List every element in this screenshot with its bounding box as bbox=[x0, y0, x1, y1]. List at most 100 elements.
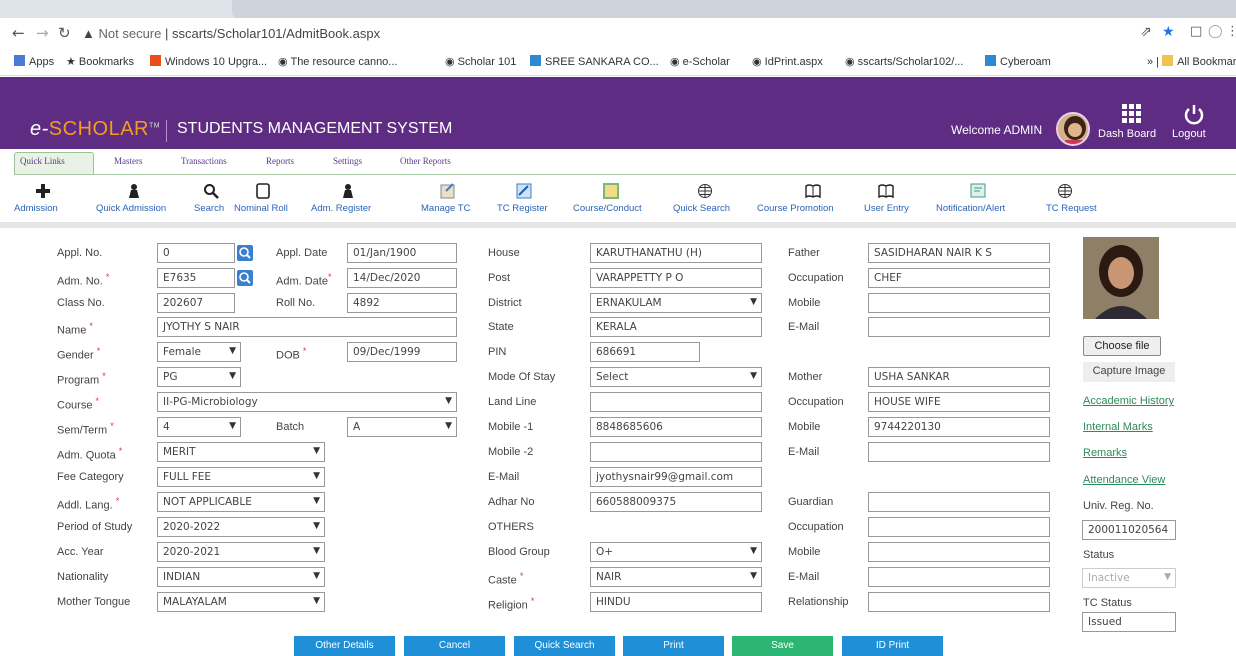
bookmark-apps[interactable]: Apps bbox=[14, 55, 54, 68]
toolbar-nominal-roll[interactable]: Nominal Roll bbox=[234, 203, 288, 214]
blood-group-select[interactable]: O+ ▼ bbox=[590, 542, 762, 562]
mother-mobile-input[interactable]: 9744220130 bbox=[868, 417, 1050, 437]
tab-other-reports[interactable]: Other Reports bbox=[400, 156, 451, 166]
toolbar-quick-admission[interactable]: Quick Admission bbox=[96, 203, 166, 214]
program-select[interactable]: PG ▼ bbox=[157, 367, 241, 387]
mother-input[interactable]: USHA SANKAR bbox=[868, 367, 1050, 387]
save-button[interactable]: Save bbox=[732, 636, 833, 656]
share-icon[interactable]: ⇗ bbox=[1140, 24, 1152, 40]
status-select[interactable]: Inactive ▼ bbox=[1082, 568, 1176, 588]
toolbar-notification[interactable]: Notification/Alert bbox=[936, 203, 1005, 214]
nationality-select[interactable]: INDIAN ▼ bbox=[157, 567, 325, 587]
period-of-study-select[interactable]: 2020-2022 ▼ bbox=[157, 517, 325, 537]
tab-transactions[interactable]: Transactions bbox=[181, 156, 227, 166]
other-details-button[interactable]: Other Details bbox=[294, 636, 395, 656]
internal-marks-link[interactable]: Internal Marks bbox=[1083, 421, 1153, 433]
bookmark-idprint[interactable]: ◉ IdPrint.aspx bbox=[752, 55, 823, 68]
class-no-input[interactable]: 202607 bbox=[157, 293, 235, 313]
adm-date-input[interactable]: 14/Dec/2020 bbox=[347, 268, 457, 288]
adm-no-input[interactable]: E7635 bbox=[157, 268, 235, 288]
mode-of-stay-select[interactable]: Select ▼ bbox=[590, 367, 762, 387]
bookmark-windows[interactable]: Windows 10 Upgra... bbox=[150, 55, 267, 68]
bookmark-resource[interactable]: ◉ The resource canno... bbox=[278, 55, 397, 68]
cancel-button[interactable]: Cancel bbox=[404, 636, 505, 656]
mobile1-input[interactable]: 8848685606 bbox=[590, 417, 762, 437]
guardian-input[interactable] bbox=[868, 492, 1050, 512]
appl-date-input[interactable]: 01/Jan/1900 bbox=[347, 243, 457, 263]
adhar-no-input[interactable]: 660588009375 bbox=[590, 492, 762, 512]
father-mobile-input[interactable] bbox=[868, 293, 1050, 313]
father-input[interactable]: SASIDHARAN NAIR K S bbox=[868, 243, 1050, 263]
toolbar-manage-tc[interactable]: Manage TC bbox=[421, 203, 470, 214]
state-input[interactable]: KERALA bbox=[590, 317, 762, 337]
relationship-input[interactable] bbox=[868, 592, 1050, 612]
capture-image-button[interactable]: Capture Image bbox=[1083, 362, 1175, 382]
tc-status-input[interactable]: Issued bbox=[1082, 612, 1176, 632]
toolbar-course-conduct[interactable]: Course/Conduct bbox=[573, 203, 642, 214]
star-icon[interactable]: ★ bbox=[1162, 24, 1175, 40]
attendance-view-link[interactable]: Attendance View bbox=[1083, 474, 1165, 486]
print-button[interactable]: Print bbox=[623, 636, 724, 656]
toolbar-user-entry[interactable]: User Entry bbox=[864, 203, 909, 214]
choose-file-button[interactable]: Choose file bbox=[1083, 336, 1161, 356]
id-print-button[interactable]: ID Print bbox=[842, 636, 943, 656]
tab-reports[interactable]: Reports bbox=[266, 156, 294, 166]
profile-icon[interactable]: ◯ bbox=[1208, 24, 1223, 39]
fee-category-select[interactable]: FULL FEE ▼ bbox=[157, 467, 325, 487]
pin-input[interactable]: 686691 bbox=[590, 342, 700, 362]
mother-email-input[interactable] bbox=[868, 442, 1050, 462]
remarks-link[interactable]: Remarks bbox=[1083, 447, 1127, 459]
email-input[interactable]: jyothysnair99@gmail.com bbox=[590, 467, 762, 487]
land-line-input[interactable] bbox=[590, 392, 762, 412]
toolbar-quick-search[interactable]: Quick Search bbox=[673, 203, 730, 214]
guardian-mobile-input[interactable] bbox=[868, 542, 1050, 562]
back-icon[interactable]: ← bbox=[12, 24, 25, 42]
roll-no-input[interactable]: 4892 bbox=[347, 293, 457, 313]
house-input[interactable]: KARUTHANATHU (H) bbox=[590, 243, 762, 263]
tab-quick-links[interactable]: Quick Links bbox=[20, 156, 65, 166]
mother-tongue-select[interactable]: MALAYALAM ▼ bbox=[157, 592, 325, 612]
univ-reg-input[interactable]: 200011020564 bbox=[1082, 520, 1176, 540]
post-input[interactable]: VARAPPETTY P O bbox=[590, 268, 762, 288]
bookmark-scholar102[interactable]: ◉ sscarts/Scholar102/... bbox=[845, 55, 963, 68]
toolbar-tc-register[interactable]: TC Register bbox=[497, 203, 548, 214]
reload-icon[interactable]: ↻ bbox=[58, 24, 71, 42]
power-icon[interactable] bbox=[1183, 103, 1205, 125]
menu-icon[interactable]: ⋮ bbox=[1226, 24, 1236, 39]
adm-quota-select[interactable]: MERIT ▼ bbox=[157, 442, 325, 462]
browser-tab[interactable] bbox=[232, 0, 1236, 18]
course-select[interactable]: II-PG-Microbiology ▼ bbox=[157, 392, 457, 412]
avatar[interactable] bbox=[1056, 112, 1090, 146]
bookmark-sree[interactable]: SREE SANKARA CO... bbox=[530, 55, 659, 68]
forward-icon[interactable]: → bbox=[36, 24, 49, 42]
guardian-occupation-input[interactable] bbox=[868, 517, 1050, 537]
batch-select[interactable]: A ▼ bbox=[347, 417, 457, 437]
toolbar-search[interactable]: Search bbox=[194, 203, 224, 214]
caste-select[interactable]: NAIR ▼ bbox=[590, 567, 762, 587]
mother-occupation-input[interactable]: HOUSE WIFE bbox=[868, 392, 1050, 412]
guardian-email-input[interactable] bbox=[868, 567, 1050, 587]
toolbar-course-promotion[interactable]: Course Promotion bbox=[757, 203, 834, 214]
logout-link[interactable]: Logout bbox=[1172, 128, 1206, 140]
district-select[interactable]: ERNAKULAM ▼ bbox=[590, 293, 762, 313]
appl-no-input[interactable]: 0 bbox=[157, 243, 235, 263]
window-icon[interactable]: □ bbox=[1190, 24, 1202, 39]
bookmark-scholar101[interactable]: ◉ Scholar 101 bbox=[445, 55, 516, 68]
bookmark-bookmarks[interactable]: ★ Bookmarks bbox=[66, 55, 134, 68]
bookmark-cyberoam[interactable]: Cyberoam bbox=[985, 55, 1051, 68]
name-input[interactable]: JYOTHY S NAIR bbox=[157, 317, 457, 337]
mobile2-input[interactable] bbox=[590, 442, 762, 462]
father-email-input[interactable] bbox=[868, 317, 1050, 337]
bookmark-escholar[interactable]: ◉ e-Scholar bbox=[670, 55, 730, 68]
bookmark-all[interactable]: » | All Bookmarks bbox=[1147, 55, 1236, 68]
sem-term-select[interactable]: 4 ▼ bbox=[157, 417, 241, 437]
acc-year-select[interactable]: 2020-2021 ▼ bbox=[157, 542, 325, 562]
search-icon[interactable] bbox=[237, 245, 253, 261]
gender-select[interactable]: Female ▼ bbox=[157, 342, 241, 362]
dashboard-link[interactable]: Dash Board bbox=[1098, 128, 1156, 140]
religion-input[interactable]: HINDU bbox=[590, 592, 762, 612]
search-icon[interactable] bbox=[237, 270, 253, 286]
dashboard-icon[interactable] bbox=[1121, 103, 1143, 125]
quick-search-button[interactable]: Quick Search bbox=[514, 636, 615, 656]
father-occupation-input[interactable]: CHEF bbox=[868, 268, 1050, 288]
